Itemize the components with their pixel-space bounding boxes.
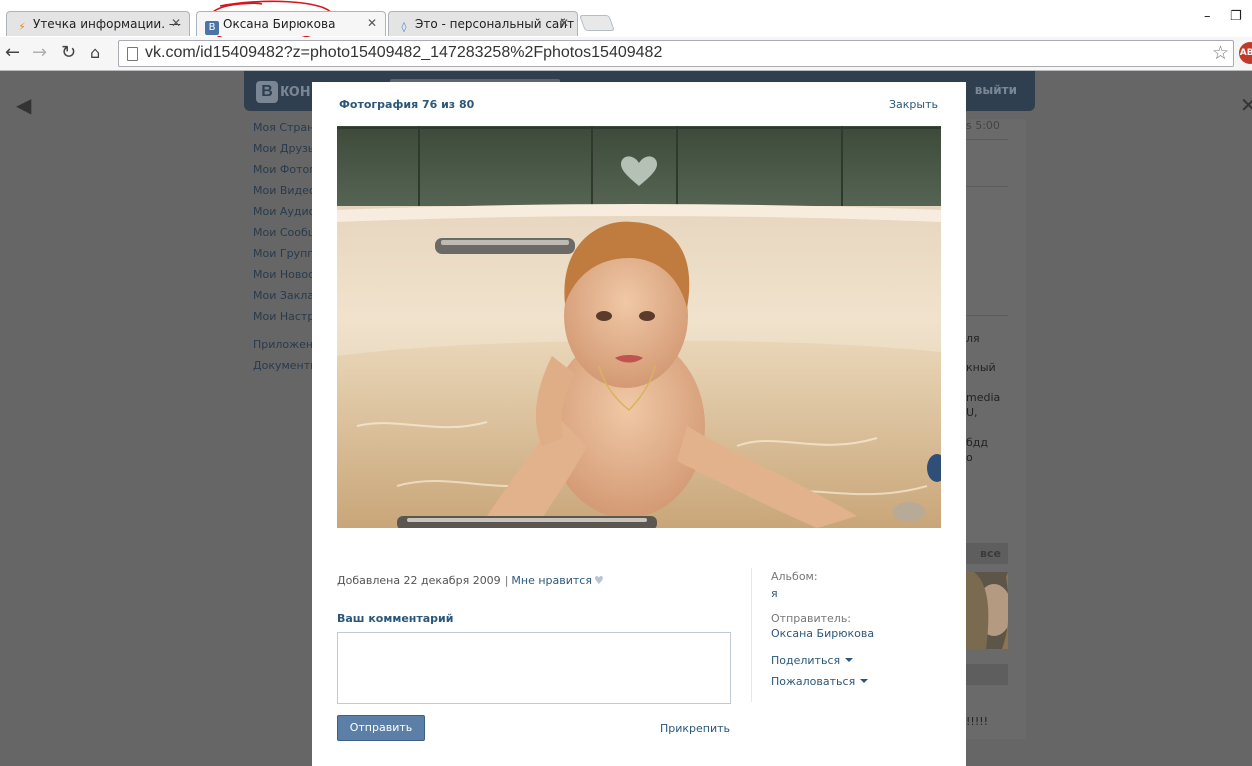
bathtub-photo [337,126,941,528]
tab-title: Это - персональный сайт [415,17,575,31]
back-arrow-icon[interactable]: ← [5,42,20,64]
text-fragment: бдд [966,436,988,449]
text-fragment: media [966,391,1001,404]
avatar-photo [966,572,1008,649]
menu-item[interactable]: Мои Закладки [253,289,313,310]
menu-item[interactable]: Мои Друзья [253,142,313,163]
photo-counter: Фотография 76 из 80 [339,98,475,111]
tab-title: Оксана Бирюкова [223,17,336,31]
menu-item[interactable]: Мои Аудиозаписи [253,205,313,226]
tab-strip: ⚡ Утечка информации. — ✕ В Оксана Бирюкова… [0,0,1252,44]
menu-item[interactable]: Моя Страница [253,121,313,142]
tab-title: Утечка информации. — [33,17,181,31]
menu-item[interactable]: Мои Настройки [253,310,313,331]
send-button[interactable]: Отправить [337,715,425,741]
all-link[interactable]: все [980,547,1001,560]
vk-right-column: s 5:00 ля кный media U, бдд о все !!!!! [966,119,1026,739]
text-fragment: ля [966,332,980,345]
divider [966,315,1008,316]
close-icon[interactable]: ✕ [559,16,569,30]
forward-arrow-icon[interactable]: → [32,42,47,64]
menu-gap [253,331,313,338]
divider [966,186,1008,187]
logout-link[interactable]: выйти [975,83,1017,97]
url-text: vk.com/id15409482?z=photo15409482_147283… [145,44,663,61]
menu-item[interactable]: Документы [253,359,313,380]
vertical-divider [751,568,752,702]
restore-button[interactable]: ❐ [1230,9,1242,24]
photo-meta: Добавлена 22 декабря 2009 | Мне нравится ♥ [337,574,604,587]
menu-item[interactable]: Мои Группы [253,247,313,268]
page-icon [127,47,138,61]
menu-item[interactable]: Мои Видеозаписи [253,184,313,205]
menu-item[interactable]: Мои Новости [253,268,313,289]
heart-icon[interactable]: ♥ [594,574,604,587]
menu-item[interactable]: Мои Сообщения [253,226,313,247]
comment-label: Ваш комментарий [337,612,454,625]
close-icon[interactable]: ✕ [171,16,181,30]
reload-icon[interactable]: ↻ [61,42,76,64]
diamond-icon: ◊ [401,22,407,33]
photo-image[interactable] [337,126,941,528]
home-icon[interactable]: ⌂ [90,42,100,64]
like-link[interactable]: Мне нравится [511,574,592,587]
tab-leak-info[interactable]: ⚡ Утечка информации. — ✕ [6,11,190,36]
dropdown-arrow-icon [860,679,869,683]
close-icon[interactable]: ✕ [367,16,377,30]
photo-side-info: Альбом: я Отправитель: Оксана Бирюкова П… [771,570,874,688]
sender-link[interactable]: Оксана Бирюкова [771,627,874,640]
tab-personal-site[interactable]: ◊ Это - персональный сайт ✕ [388,11,578,36]
comment-input[interactable] [337,632,731,704]
dropdown-arrow-icon [845,658,854,662]
time-fragment: s 5:00 [966,119,1000,132]
text-fragment: о [966,451,973,464]
adblock-icon[interactable]: ABP [1239,42,1252,64]
vk-left-menu: Моя Страница Мои Друзья Мои Фотографии М… [253,121,313,380]
added-date: Добавлена 22 декабря 2009 [337,574,501,587]
sender-label: Отправитель: [771,612,852,625]
friend-avatar[interactable] [966,572,1008,649]
share-link[interactable]: Поделиться [771,654,874,667]
minimize-button[interactable]: – [1204,9,1211,24]
vk-logo: Вкон [256,80,311,103]
separator: | [504,574,509,587]
report-link[interactable]: Пожаловаться [771,675,874,688]
browser-toolbar: ← → ↻ ⌂ vk.com/id15409482?z=photo1540948… [0,37,1252,71]
photo-viewer: Фотография 76 из 80 Закрыть Добавлена 22… [312,82,966,766]
next-photo-arrow-icon[interactable]: ✕ [1240,93,1252,117]
divider [966,139,1008,140]
section-header [966,664,1008,685]
vk-icon: В [205,21,219,35]
attach-link[interactable]: Прикрепить [660,722,730,735]
album-link[interactable]: я [771,587,874,600]
address-bar[interactable]: vk.com/id15409482?z=photo15409482_147283… [118,40,1234,67]
close-link[interactable]: Закрыть [889,98,938,111]
new-tab-button[interactable] [579,15,615,31]
section-header: все [966,543,1008,564]
menu-item[interactable]: Приложения [253,338,313,359]
menu-item[interactable]: Мои Фотографии [253,163,313,184]
text-fragment: U, [966,406,978,419]
tab-oksana[interactable]: В Оксана Бирюкова ✕ [196,11,386,36]
album-label: Альбом: [771,570,818,583]
text-fragment: !!!!! [966,715,989,728]
text-fragment: кный [966,361,996,374]
prev-photo-arrow-icon[interactable]: ◀ [16,93,31,117]
lightning-icon: ⚡ [18,22,26,33]
star-icon[interactable]: ☆ [1212,42,1229,64]
